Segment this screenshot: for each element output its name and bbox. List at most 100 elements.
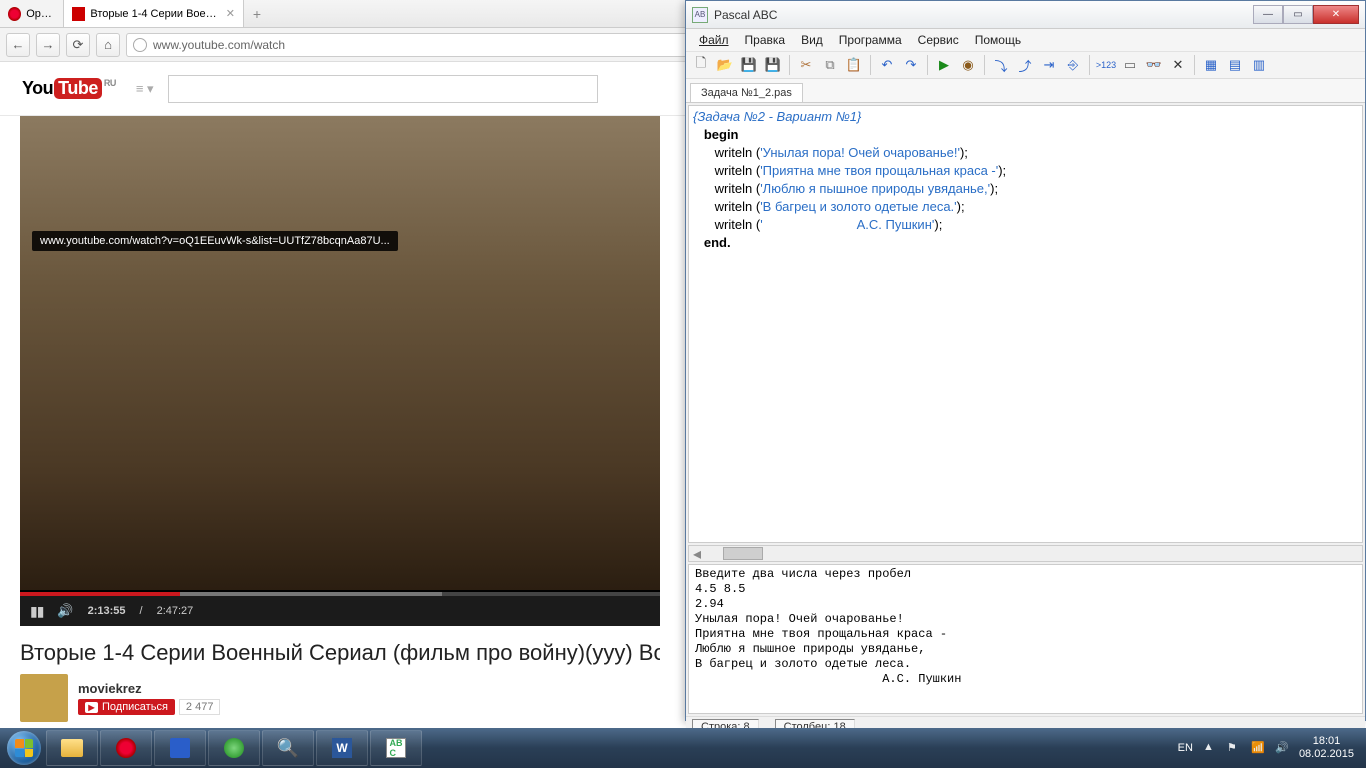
tab-label: Opera — [26, 8, 55, 20]
guide-menu-icon[interactable]: ≡ ▾ — [136, 81, 154, 97]
video-title: Вторые 1-4 Серии Военный Сериал (фильм п… — [20, 640, 660, 666]
pause-button[interactable]: ▮▮ — [30, 603, 43, 620]
close-button[interactable]: ✕ — [1313, 5, 1359, 24]
run-button[interactable]: ▶ — [933, 54, 955, 76]
redo-button[interactable]: ↷ — [900, 54, 922, 76]
language-indicator[interactable]: EN — [1178, 742, 1193, 754]
cut-button[interactable]: ✂ — [795, 54, 817, 76]
code-editor[interactable]: {Задача №2 - Вариант №1} begin writeln (… — [688, 105, 1363, 543]
menu-file[interactable]: Файл — [692, 31, 736, 49]
open-file-button[interactable]: 📂 — [714, 54, 736, 76]
code-comment: {Задача №2 - Вариант №1} — [693, 109, 861, 124]
step-into-button[interactable]: ⤵ — [990, 54, 1012, 76]
maximize-button[interactable]: ▭ — [1283, 5, 1313, 24]
toolbar: 🗋 📂 💾 💾 ✂ ⧉ 📋 ↶ ↷ ▶ ◉ ⤵ ⤴ ⇥ ⎆ >123 ▭ 👓 ✕… — [686, 51, 1365, 79]
pascal-icon: ABC — [386, 738, 406, 758]
close-tab-icon[interactable]: ✕ — [226, 7, 235, 20]
logo-you: You — [22, 78, 53, 99]
step-out-button[interactable]: ⇥ — [1038, 54, 1060, 76]
video-frame — [20, 116, 660, 590]
channel-name[interactable]: moviekrez — [78, 681, 220, 696]
date: 08.02.2015 — [1299, 748, 1354, 761]
globe-icon — [133, 38, 147, 52]
youtube-icon: ▶ — [85, 702, 98, 713]
scrollbar-thumb[interactable] — [723, 547, 763, 560]
time-duration: 2:47:27 — [157, 605, 194, 617]
save-all-button[interactable]: 💾 — [762, 54, 784, 76]
new-file-button[interactable]: 🗋 — [690, 54, 712, 76]
minimize-button[interactable]: — — [1253, 5, 1283, 24]
taskbar-search[interactable]: 🔍 — [262, 730, 314, 766]
toolbar-sep — [1194, 55, 1195, 75]
clock[interactable]: 18:01 08.02.2015 — [1299, 735, 1354, 761]
toolbar-sep — [984, 55, 985, 75]
save-button[interactable]: 💾 — [738, 54, 760, 76]
tool-button[interactable]: 👓 — [1143, 54, 1165, 76]
youtube-logo[interactable]: You Tube RU — [22, 78, 116, 99]
output-panel[interactable]: Введите два числа через пробел 4.5 8.5 2… — [688, 564, 1363, 714]
pascal-abc-window: AB Pascal ABC — ▭ ✕ Файл Правка Вид Прог… — [685, 0, 1366, 721]
time: 18:01 — [1299, 735, 1354, 748]
home-button[interactable]: ⌂ — [96, 33, 120, 57]
volume-icon[interactable]: 🔊 — [57, 603, 73, 619]
window-tool-button[interactable]: ▦ — [1200, 54, 1222, 76]
tool-button[interactable]: >123 — [1095, 54, 1117, 76]
menu-service[interactable]: Сервис — [911, 31, 966, 49]
taskbar-app-green[interactable] — [208, 730, 260, 766]
tool-button[interactable]: ✕ — [1167, 54, 1189, 76]
app-icon — [224, 738, 244, 758]
breakpoint-button[interactable]: ⎆ — [1062, 54, 1084, 76]
code-line: writeln ('Люблю я пышное природы увядань… — [693, 181, 998, 196]
search-input[interactable] — [168, 75, 598, 103]
stop-button[interactable]: ◉ — [957, 54, 979, 76]
menu-edit[interactable]: Правка — [738, 31, 793, 49]
forward-button[interactable]: → — [36, 33, 60, 57]
tab-label: Вторые 1-4 Серии Военны — [90, 8, 219, 20]
opera-icon — [8, 7, 21, 21]
windows-orb-icon — [7, 731, 41, 765]
file-tab[interactable]: Задача №1_2.pas — [690, 83, 803, 102]
paste-button[interactable]: 📋 — [843, 54, 865, 76]
volume-icon[interactable]: 🔊 — [1275, 741, 1289, 755]
link-tooltip: www.youtube.com/watch?v=oQ1EEuvWk-s&list… — [32, 231, 398, 251]
floppy-icon — [170, 738, 190, 758]
subscribe-label: Подписаться — [102, 701, 168, 713]
channel-avatar[interactable] — [20, 674, 68, 722]
titlebar[interactable]: AB Pascal ABC — ▭ ✕ — [686, 1, 1365, 29]
toolbar-sep — [1089, 55, 1090, 75]
taskbar-explorer[interactable] — [46, 730, 98, 766]
taskbar-pascal[interactable]: ABC — [370, 730, 422, 766]
taskbar-opera[interactable] — [100, 730, 152, 766]
network-icon[interactable]: 📶 — [1251, 741, 1265, 755]
window-tool-button[interactable]: ▥ — [1248, 54, 1270, 76]
undo-button[interactable]: ↶ — [876, 54, 898, 76]
tab-active[interactable]: Вторые 1-4 Серии Военны ✕ — [64, 0, 244, 27]
opera-icon — [116, 738, 136, 758]
video-player[interactable]: www.youtube.com/watch?v=oQ1EEuvWk-s&list… — [20, 116, 660, 626]
word-icon: W — [332, 738, 352, 758]
subscribe-button[interactable]: ▶ Подписаться — [78, 699, 175, 715]
flag-icon[interactable]: ▲ — [1203, 741, 1217, 755]
folder-icon — [61, 739, 83, 757]
reload-button[interactable]: ⟳ — [66, 33, 90, 57]
window-tool-button[interactable]: ▤ — [1224, 54, 1246, 76]
copy-button[interactable]: ⧉ — [819, 54, 841, 76]
menubar: Файл Правка Вид Программа Сервис Помощь — [686, 29, 1365, 51]
step-over-button[interactable]: ⤴ — [1014, 54, 1036, 76]
tool-button[interactable]: ▭ — [1119, 54, 1141, 76]
back-button[interactable]: ← — [6, 33, 30, 57]
editor-hscrollbar[interactable]: ◂ — [688, 545, 1363, 562]
action-center-icon[interactable]: ⚑ — [1227, 741, 1241, 755]
menu-view[interactable]: Вид — [794, 31, 830, 49]
taskbar-word[interactable]: W — [316, 730, 368, 766]
toolbar-sep — [870, 55, 871, 75]
menu-help[interactable]: Помощь — [968, 31, 1028, 49]
taskbar-save[interactable] — [154, 730, 206, 766]
code-line: writeln ('Приятна мне твоя прощальная кр… — [693, 163, 1006, 178]
player-controls: ▮▮ 🔊 2:13:55 / 2:47:27 — [20, 596, 660, 626]
menu-program[interactable]: Программа — [832, 31, 909, 49]
start-button[interactable] — [4, 728, 44, 768]
new-tab-button[interactable]: + — [244, 0, 270, 27]
file-tabs: Задача №1_2.pas — [686, 79, 1365, 103]
tab-opera-menu[interactable]: Opera — [0, 0, 64, 27]
